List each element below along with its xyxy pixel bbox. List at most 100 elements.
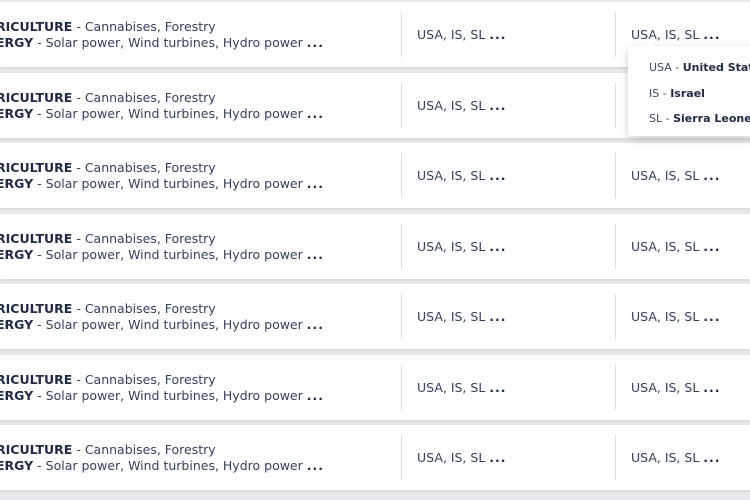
countries-text: USA, IS, SL <box>417 98 486 113</box>
column-divider <box>615 365 616 410</box>
sector-name: ERGY <box>0 387 34 403</box>
more-sectors-link[interactable]: ... <box>307 247 324 262</box>
countries-text: USA, IS, SL <box>631 380 700 395</box>
countries-text: USA, IS, SL <box>631 27 700 42</box>
countries-cell[interactable]: USA, IS, SL... <box>417 2 507 67</box>
more-countries-link[interactable]: ... <box>489 380 506 395</box>
more-countries-link[interactable]: ... <box>489 98 506 113</box>
sector-line: RICULTURE - Cannabises, Forestry <box>0 90 396 106</box>
countries-text: USA, IS, SL <box>417 309 486 324</box>
sector-detail: Cannabises, Forestry <box>84 231 216 246</box>
column-divider <box>615 12 616 57</box>
more-countries-link[interactable]: ... <box>703 309 720 324</box>
sector-line: RICULTURE - Cannabises, Forestry <box>0 231 396 247</box>
country-code: IS <box>649 87 660 100</box>
countries-cell[interactable]: USA, IS, SL... <box>631 143 721 208</box>
countries-cell[interactable]: USA, IS, SL... <box>631 355 721 420</box>
countries-cell[interactable]: USA, IS, SL... <box>417 143 507 208</box>
sector-line: RICULTURE - Cannabises, Forestry <box>0 19 396 35</box>
more-sectors-link[interactable]: ... <box>307 176 324 191</box>
more-sectors-link[interactable]: ... <box>307 458 324 473</box>
sector-name: ERGY <box>0 457 34 473</box>
country-name: United States <box>682 61 750 74</box>
sector-line: RICULTURE - Cannabises, Forestry <box>0 301 396 317</box>
column-divider <box>401 365 402 410</box>
sector-detail: Cannabises, Forestry <box>84 301 216 316</box>
sector-line: RICULTURE - Cannabises, Forestry <box>0 160 396 176</box>
popup-caret <box>644 40 656 47</box>
more-sectors-link[interactable]: ... <box>307 317 324 332</box>
countries-text: USA, IS, SL <box>417 239 486 254</box>
sector-line: ERGY - Solar power, Wind turbines, Hydro… <box>0 458 396 474</box>
popup-country-item: SL - Sierra Leone <box>649 112 750 125</box>
sector-detail: Solar power, Wind turbines, Hydro power <box>45 34 303 50</box>
countries-cell[interactable]: USA, IS, SL... <box>417 214 507 279</box>
column-divider <box>401 83 402 128</box>
column-divider <box>401 294 402 339</box>
sectors-cell: RICULTURE - Cannabises, Forestry ERGY - S… <box>0 355 396 420</box>
sector-name: RICULTURE <box>0 231 73 246</box>
countries-cell[interactable]: USA, IS, SL... <box>417 355 507 420</box>
countries-text: USA, IS, SL <box>631 309 700 324</box>
sector-detail: Cannabises, Forestry <box>84 19 216 34</box>
sector-name: ERGY <box>0 246 34 262</box>
sectors-cell: RICULTURE - Cannabises, Forestry ERGY - S… <box>0 284 396 349</box>
sector-line: ERGY - Solar power, Wind turbines, Hydro… <box>0 247 396 263</box>
sector-detail: Cannabises, Forestry <box>84 160 216 175</box>
more-countries-link[interactable]: ... <box>703 450 720 465</box>
column-divider <box>615 153 616 198</box>
countries-text: USA, IS, SL <box>417 450 486 465</box>
more-countries-link[interactable]: ... <box>489 450 506 465</box>
more-countries-link[interactable]: ... <box>489 27 506 42</box>
sector-name: RICULTURE <box>0 19 73 34</box>
sector-detail: Solar power, Wind turbines, Hydro power <box>45 175 303 191</box>
sector-detail: Cannabises, Forestry <box>84 90 216 105</box>
countries-cell[interactable]: USA, IS, SL... <box>631 425 721 490</box>
sectors-cell: RICULTURE - Cannabises, Forestry ERGY - S… <box>0 2 396 67</box>
countries-text: USA, IS, SL <box>417 27 486 42</box>
sector-line: ERGY - Solar power, Wind turbines, Hydro… <box>0 388 396 404</box>
country-name: Sierra Leone <box>673 112 750 125</box>
sector-name: ERGY <box>0 175 34 191</box>
more-countries-link[interactable]: ... <box>703 239 720 254</box>
countries-cell[interactable]: USA, IS, SL... <box>417 73 507 138</box>
countries-cell[interactable]: USA, IS, SL... <box>631 284 721 349</box>
popup-country-item: IS - Israel <box>649 87 705 100</box>
sector-detail: Cannabises, Forestry <box>84 372 216 387</box>
country-code: SL <box>649 112 663 125</box>
table-row: RICULTURE - Cannabises, Forestry ERGY - S… <box>0 284 750 349</box>
column-divider <box>615 83 616 128</box>
sector-detail: Solar power, Wind turbines, Hydro power <box>45 457 303 473</box>
country-name: Israel <box>670 87 705 100</box>
column-divider <box>401 153 402 198</box>
countries-text: USA, IS, SL <box>417 168 486 183</box>
column-divider <box>615 224 616 269</box>
column-divider <box>401 435 402 480</box>
countries-text: USA, IS, SL <box>631 239 700 254</box>
countries-cell[interactable]: USA, IS, SL... <box>417 284 507 349</box>
sector-name: RICULTURE <box>0 372 73 387</box>
sector-name: RICULTURE <box>0 90 73 105</box>
column-divider <box>615 294 616 339</box>
sector-name: RICULTURE <box>0 160 73 175</box>
more-countries-link[interactable]: ... <box>703 168 720 183</box>
sector-detail: Solar power, Wind turbines, Hydro power <box>45 316 303 332</box>
countries-cell[interactable]: USA, IS, SL... <box>631 214 721 279</box>
sector-line: RICULTURE - Cannabises, Forestry <box>0 442 396 458</box>
table-row: RICULTURE - Cannabises, Forestry ERGY - S… <box>0 425 750 490</box>
more-countries-link[interactable]: ... <box>703 380 720 395</box>
sector-line: ERGY - Solar power, Wind turbines, Hydro… <box>0 35 396 51</box>
popup-country-item: USA - United States <box>649 61 750 74</box>
more-sectors-link[interactable]: ... <box>307 388 324 403</box>
more-countries-link[interactable]: ... <box>489 168 506 183</box>
more-countries-link[interactable]: ... <box>489 309 506 324</box>
sector-detail: Cannabises, Forestry <box>84 442 216 457</box>
more-countries-link[interactable]: ... <box>489 239 506 254</box>
table-row: RICULTURE - Cannabises, Forestry ERGY - S… <box>0 214 750 279</box>
sector-line: ERGY - Solar power, Wind turbines, Hydro… <box>0 106 396 122</box>
countries-cell[interactable]: USA, IS, SL... <box>417 425 507 490</box>
more-countries-link[interactable]: ... <box>703 27 720 42</box>
more-sectors-link[interactable]: ... <box>307 106 324 121</box>
more-sectors-link[interactable]: ... <box>307 35 324 50</box>
sector-detail: Solar power, Wind turbines, Hydro power <box>45 387 303 403</box>
